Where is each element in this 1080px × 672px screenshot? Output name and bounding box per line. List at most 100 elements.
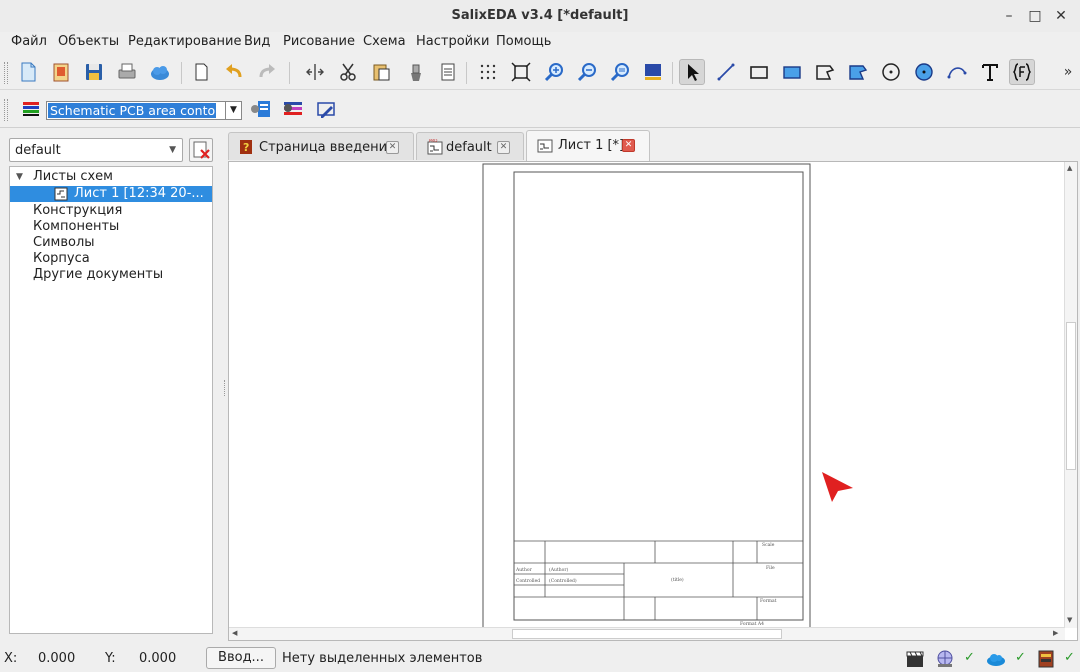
vertical-scrollbar[interactable]: ▲ ▼ bbox=[1064, 162, 1077, 628]
tree-item-label: Лист 1 [12:34 20-... bbox=[74, 186, 204, 201]
controlled-label: Controlled bbox=[516, 578, 540, 584]
tree-item-components[interactable]: Компоненты bbox=[10, 219, 212, 235]
maximize-button[interactable]: □ bbox=[1026, 7, 1044, 25]
project-tree[interactable]: ▼ Листы схем Лист 1 [12:34 20-... Констр… bbox=[9, 166, 213, 634]
brush-icon[interactable] bbox=[403, 59, 429, 85]
schematic-canvas[interactable]: Scale Author (Author) Controlled (Contro… bbox=[228, 161, 1078, 641]
filled-rectangle-tool-icon[interactable] bbox=[779, 59, 805, 85]
main-toolbar: » bbox=[0, 54, 1080, 90]
chevron-down-icon[interactable]: ▼ bbox=[225, 102, 241, 119]
menu-schematic[interactable]: Схема bbox=[363, 34, 406, 49]
help-book-icon: ? bbox=[239, 139, 253, 159]
layer-select[interactable]: Schematic PCB area contour ▼ bbox=[46, 101, 242, 120]
redo-icon[interactable] bbox=[254, 59, 280, 85]
line-tool-icon[interactable] bbox=[713, 59, 739, 85]
y-coord-value: 0.000 bbox=[139, 651, 177, 666]
new-file-icon[interactable] bbox=[15, 59, 41, 85]
open-project-icon[interactable] bbox=[48, 59, 74, 85]
select-tool-icon[interactable] bbox=[679, 59, 705, 85]
horizontal-scrollbar[interactable]: ◀ ▶ bbox=[229, 627, 1065, 640]
close-tab-icon[interactable]: ✕ bbox=[622, 139, 635, 152]
tab-default[interactable]: PRO default ✕ bbox=[416, 132, 524, 160]
close-window-button[interactable]: ✕ bbox=[1052, 7, 1070, 25]
close-tab-icon[interactable]: ✕ bbox=[386, 141, 399, 154]
polygon-tool-icon[interactable] bbox=[812, 59, 838, 85]
arc-tool-icon[interactable] bbox=[944, 59, 970, 85]
save-icon[interactable] bbox=[81, 59, 107, 85]
sheet-drawing[interactable]: Scale Author (Author) Controlled (Contro… bbox=[229, 162, 1065, 628]
vertical-scroll-thumb[interactable] bbox=[1066, 322, 1076, 470]
tab-sheet-1[interactable]: Лист 1 [*] ✕ bbox=[526, 130, 650, 161]
project-select[interactable]: default ▼ bbox=[9, 138, 183, 162]
scroll-up-icon[interactable]: ▲ bbox=[1067, 164, 1072, 172]
project-icon: PRO bbox=[427, 138, 443, 159]
close-project-button[interactable] bbox=[189, 138, 213, 162]
tree-item-label: Компоненты bbox=[33, 219, 120, 234]
window-title: SalixEDA v3.4 [*default] bbox=[451, 8, 629, 23]
zoom-in-icon[interactable] bbox=[541, 59, 567, 85]
layer-config-icon[interactable] bbox=[248, 96, 274, 122]
chevron-down-icon[interactable]: ▼ bbox=[169, 145, 176, 155]
cursor-arrow-icon bbox=[822, 472, 853, 502]
3d-view-icon[interactable] bbox=[640, 59, 666, 85]
network-icon[interactable] bbox=[934, 648, 956, 670]
menu-edit[interactable]: Редактирование bbox=[128, 34, 241, 49]
scroll-right-icon[interactable]: ▶ bbox=[1053, 629, 1058, 637]
splitter-handle[interactable] bbox=[224, 380, 227, 396]
status-bar: X: 0.000 Y: 0.000 Ввод... Нету выделенны… bbox=[0, 644, 1080, 672]
tree-item-sheet-1[interactable]: Лист 1 [12:34 20-... bbox=[10, 186, 212, 202]
tab-label: default bbox=[446, 140, 492, 155]
circle-tool-icon[interactable] bbox=[878, 59, 904, 85]
project-panel: default ▼ ▼ Листы схем Лист 1 [12:34 20-… bbox=[9, 138, 213, 634]
print-icon[interactable] bbox=[114, 59, 140, 85]
text-tool-icon[interactable] bbox=[977, 59, 1003, 85]
cut-icon[interactable] bbox=[335, 59, 361, 85]
menu-settings[interactable]: Настройки bbox=[416, 34, 489, 49]
zoom-fit-icon[interactable] bbox=[508, 59, 534, 85]
grid-icon[interactable] bbox=[475, 59, 501, 85]
mirror-icon[interactable] bbox=[302, 59, 328, 85]
tab-intro-page[interactable]: ? Страница введения ✕ bbox=[228, 132, 414, 160]
collapse-arrow-icon[interactable]: ▼ bbox=[16, 169, 23, 185]
properties-icon[interactable] bbox=[435, 59, 461, 85]
cloud-icon[interactable] bbox=[147, 59, 173, 85]
menu-objects[interactable]: Объекты bbox=[58, 34, 119, 49]
enter-button[interactable]: Ввод... bbox=[206, 647, 276, 669]
library-icon[interactable] bbox=[1035, 648, 1057, 670]
menu-file[interactable]: Файл bbox=[11, 34, 47, 49]
rectangle-tool-icon[interactable] bbox=[746, 59, 772, 85]
layer-stack-icon[interactable] bbox=[280, 96, 306, 122]
tree-group-schematics[interactable]: ▼ Листы схем bbox=[10, 169, 212, 185]
minimize-button[interactable]: – bbox=[1000, 7, 1018, 25]
tree-item-label: Другие документы bbox=[33, 267, 164, 282]
menu-view[interactable]: Вид bbox=[244, 34, 270, 49]
cloud-sync-icon[interactable] bbox=[985, 648, 1007, 670]
new-sheet-icon[interactable] bbox=[188, 59, 214, 85]
toolbar-grip[interactable] bbox=[4, 62, 8, 84]
tree-item-symbols[interactable]: Символы bbox=[10, 235, 212, 251]
horizontal-scroll-thumb[interactable] bbox=[512, 629, 782, 639]
tree-item-construction[interactable]: Конструкция bbox=[10, 203, 212, 219]
filled-circle-tool-icon[interactable] bbox=[911, 59, 937, 85]
scroll-left-icon[interactable]: ◀ bbox=[232, 629, 237, 637]
tree-item-other-docs[interactable]: Другие документы bbox=[10, 267, 212, 283]
close-tab-icon[interactable]: ✕ bbox=[497, 141, 510, 154]
scroll-down-icon[interactable]: ▼ bbox=[1067, 616, 1072, 624]
toolbar-overflow-icon[interactable]: » bbox=[1058, 59, 1078, 85]
tree-item-packages[interactable]: Корпуса bbox=[10, 251, 212, 267]
zoom-out-icon[interactable] bbox=[574, 59, 600, 85]
document-tabs: ? Страница введения ✕ PRO default ✕ Лист… bbox=[228, 130, 1080, 161]
filled-polygon-tool-icon[interactable] bbox=[845, 59, 871, 85]
author-value: (Author) bbox=[549, 566, 568, 573]
layers-icon[interactable] bbox=[18, 96, 44, 122]
menu-draw[interactable]: Рисование bbox=[283, 34, 355, 49]
paste-icon[interactable] bbox=[368, 59, 394, 85]
project-select-value: default bbox=[15, 143, 61, 158]
edit-layer-icon[interactable] bbox=[313, 96, 339, 122]
toolbar-grip[interactable] bbox=[4, 99, 8, 121]
clapperboard-icon[interactable] bbox=[904, 648, 926, 670]
menu-help[interactable]: Помощь bbox=[496, 34, 551, 49]
undo-icon[interactable] bbox=[221, 59, 247, 85]
field-tool-icon[interactable] bbox=[1009, 59, 1035, 85]
zoom-area-icon[interactable] bbox=[607, 59, 633, 85]
